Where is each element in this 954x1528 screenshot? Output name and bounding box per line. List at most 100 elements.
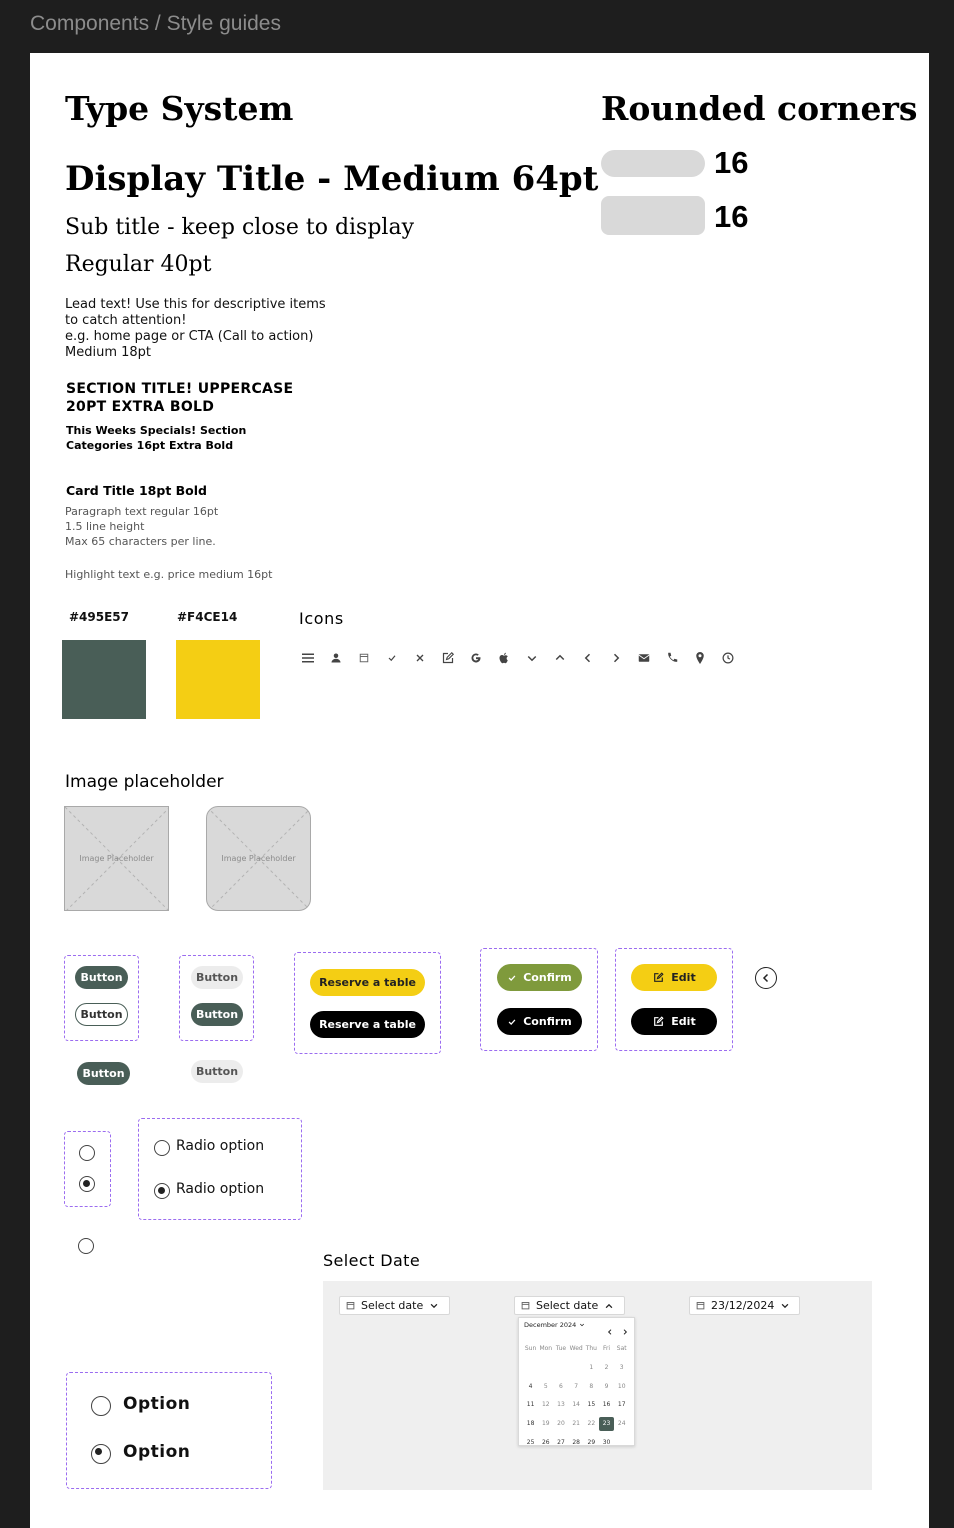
google-icon: [467, 649, 485, 667]
calendar-day[interactable]: 22: [584, 1417, 599, 1431]
radio-button[interactable]: [78, 1238, 94, 1254]
edit-button[interactable]: Edit: [631, 1008, 717, 1035]
date-select-filled[interactable]: 23/12/2024: [689, 1296, 800, 1315]
confirm-button[interactable]: Confirm: [497, 964, 582, 991]
calendar-weekday: Wed: [569, 1345, 583, 1353]
calendar-icon: [696, 1302, 705, 1310]
calendar-icon: [355, 649, 373, 667]
calendar-day[interactable]: 14: [569, 1398, 584, 1412]
outline-button[interactable]: Button: [75, 1003, 128, 1026]
edit-icon: [654, 972, 664, 982]
calendar-prev-month[interactable]: [606, 1321, 614, 1340]
calendar-day[interactable]: 13: [553, 1398, 568, 1412]
calendar-empty-cell: [569, 1361, 584, 1375]
highlight-text-sample: Highlight text e.g. price medium 16pt: [65, 568, 273, 581]
calendar-next-month[interactable]: [621, 1321, 629, 1340]
check-icon: [508, 974, 516, 981]
reserve-table-button[interactable]: Reserve a table: [310, 969, 425, 996]
calendar-day[interactable]: 18: [523, 1417, 538, 1431]
radio-button[interactable]: [79, 1145, 95, 1161]
calendar-day[interactable]: 29: [584, 1436, 599, 1450]
apple-icon: [495, 649, 513, 667]
calendar-day[interactable]: 25: [523, 1436, 538, 1450]
calendar-day[interactable]: 8: [584, 1380, 599, 1394]
primary-button[interactable]: Button: [191, 1003, 243, 1026]
date-select-value: 23/12/2024: [711, 1299, 775, 1312]
calendar-day[interactable]: 2: [599, 1361, 614, 1375]
display-title-sample: Display Title - Medium 64pt: [65, 159, 599, 199]
calendar-day[interactable]: 15: [584, 1398, 599, 1412]
user-icon: [327, 649, 345, 667]
secondary-button[interactable]: Button: [191, 966, 243, 989]
calendar-day[interactable]: 19: [538, 1417, 553, 1431]
calendar-day[interactable]: 20: [553, 1417, 568, 1431]
card-title-sample: Card Title 18pt Bold: [66, 483, 207, 498]
breadcrumb[interactable]: Components / Style guides: [30, 12, 281, 36]
type-system-heading: Type System: [65, 89, 294, 128]
reserve-button-group: [294, 952, 441, 1054]
radio-variant-group: [64, 1131, 111, 1207]
calendar-day-selected[interactable]: 23: [598, 1417, 615, 1432]
date-select-open[interactable]: Select date: [514, 1296, 625, 1315]
subtitle-sample: Sub title - keep close to display: [65, 215, 415, 240]
calendar-day[interactable]: 10: [614, 1380, 629, 1394]
date-select-closed[interactable]: Select date: [339, 1296, 450, 1315]
radio-button-selected[interactable]: [154, 1183, 170, 1199]
location-pin-icon: [691, 649, 709, 667]
secondary-button[interactable]: Button: [191, 1060, 243, 1083]
calendar-day[interactable]: 3: [614, 1361, 629, 1375]
edit-button-label: Edit: [671, 1015, 696, 1028]
calendar-day[interactable]: 24: [614, 1417, 629, 1431]
rounded-corner-pill-sample: [601, 150, 705, 177]
calendar-day[interactable]: 26: [538, 1436, 553, 1450]
image-placeholder-heading: Image placeholder: [65, 772, 224, 792]
reserve-table-button[interactable]: Reserve a table: [310, 1011, 425, 1038]
calendar-day[interactable]: 9: [599, 1380, 614, 1394]
categories-sample: This Weeks Specials! Section Categories …: [66, 424, 247, 452]
chevron-down-icon: [580, 1323, 585, 1327]
color-swatch-label: #495E57: [69, 610, 129, 624]
calendar-day[interactable]: 16: [599, 1398, 614, 1412]
calendar-day[interactable]: 30: [599, 1436, 614, 1450]
edit-button[interactable]: Edit: [631, 964, 717, 991]
radio-button[interactable]: [91, 1396, 111, 1416]
calendar-day[interactable]: 21: [569, 1417, 584, 1431]
calendar-day[interactable]: 1: [584, 1361, 599, 1375]
style-guide-frame: Type System Display Title - Medium 64pt …: [30, 53, 929, 1528]
primary-button[interactable]: Button: [75, 966, 128, 989]
check-icon: [508, 1018, 516, 1025]
confirm-button-label: Confirm: [523, 971, 572, 984]
radio-option-label: Radio option: [176, 1138, 265, 1154]
edit-button-label: Edit: [671, 971, 696, 984]
radio-button-selected[interactable]: [79, 1176, 95, 1192]
calendar-day[interactable]: 4: [523, 1380, 538, 1394]
radio-button[interactable]: [154, 1140, 170, 1156]
mail-icon: [635, 649, 653, 667]
calendar-weekday: Sun: [524, 1345, 537, 1353]
regular-sample: Regular 40pt: [65, 252, 212, 277]
check-icon: [383, 649, 401, 667]
back-circle-button[interactable]: [755, 967, 777, 989]
rounded-corner-box-sample: [601, 196, 705, 235]
icons-heading: Icons: [299, 609, 344, 628]
calendar-day[interactable]: 6: [553, 1380, 568, 1394]
date-select-placeholder: Select date: [361, 1299, 424, 1312]
corner-radius-value: 16: [714, 199, 749, 234]
calendar-day[interactable]: 27: [553, 1436, 568, 1450]
calendar-day[interactable]: 11: [523, 1398, 538, 1412]
paragraph-sample: Paragraph text regular 16pt 1.5 line hei…: [65, 505, 219, 548]
calendar-empty-cell: [614, 1436, 629, 1450]
calendar-day[interactable]: 5: [538, 1380, 553, 1394]
radio-option-label: Option: [123, 1394, 191, 1414]
image-placeholder-label: Image Placeholder: [221, 854, 296, 863]
confirm-button[interactable]: Confirm: [497, 1008, 582, 1035]
primary-button[interactable]: Button: [77, 1062, 130, 1085]
radio-button-selected[interactable]: [91, 1444, 111, 1464]
calendar-day[interactable]: 12: [538, 1398, 553, 1412]
chevron-down-icon: [782, 1303, 789, 1308]
calendar-day[interactable]: 28: [569, 1436, 584, 1450]
calendar-day[interactable]: 17: [614, 1398, 629, 1412]
calendar-month-select[interactable]: December 2024: [524, 1321, 585, 1329]
calendar-day[interactable]: 7: [569, 1380, 584, 1394]
calendar-grid: Sun Mon Tue Wed Thu Fri Sat 1 2 3 4 5 6 7 8 9 10 11 12 13 14…: [523, 1340, 629, 1452]
